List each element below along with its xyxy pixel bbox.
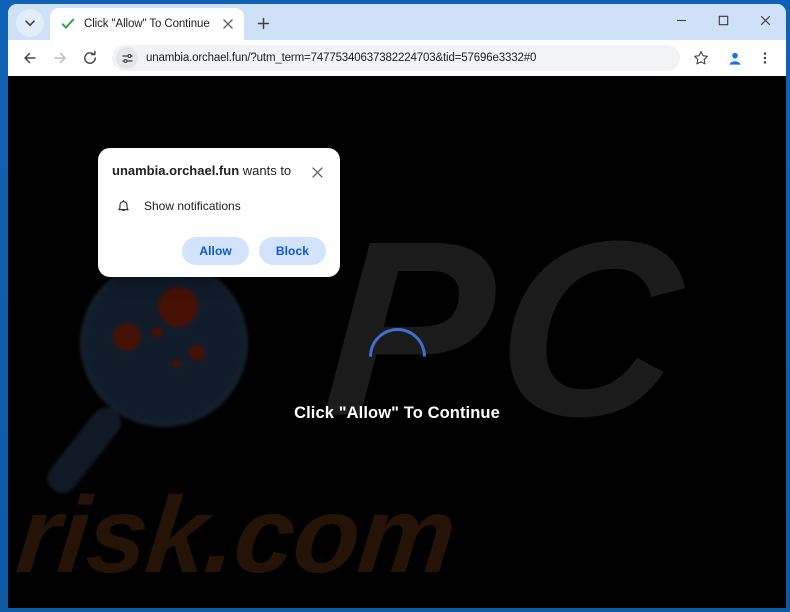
allow-button[interactable]: Allow (182, 237, 249, 265)
germ-dot (158, 287, 198, 327)
permission-dialog-close-button[interactable] (308, 163, 326, 181)
page-headline: Click "Allow" To Continue (294, 404, 500, 422)
arrow-left-icon (24, 52, 36, 64)
avatar-icon (726, 49, 744, 67)
page-viewport: PC risk.com Click "Allow" To Continue un… (8, 76, 786, 608)
tab-search-button[interactable] (16, 9, 44, 37)
profile-avatar[interactable] (722, 45, 748, 71)
browser-menu-button[interactable] (752, 45, 778, 71)
tab-title: Click "Allow" To Continue (84, 18, 210, 30)
tab-strip: Click "Allow" To Continue (8, 4, 786, 40)
more-vertical-icon (763, 52, 767, 64)
address-bar[interactable]: unambia.orchael.fun/?utm_term=7477534063… (112, 45, 680, 71)
browser-window: Click "Allow" To Continue unambia.orchae… (8, 4, 786, 608)
close-icon (760, 15, 770, 25)
maximize-icon (718, 15, 728, 25)
permission-dialog-title: unambia.orchael.fun wants to (112, 162, 308, 180)
address-bar-url: unambia.orchael.fun/?utm_term=7477534063… (146, 52, 537, 64)
site-settings-icon[interactable] (116, 47, 138, 69)
window-close-button[interactable] (744, 4, 786, 36)
bell-icon (114, 197, 132, 215)
screen: Click "Allow" To Continue unambia.orchae… (0, 0, 790, 612)
reload-button[interactable] (76, 44, 104, 72)
green-check-icon (60, 16, 76, 32)
new-tab-button[interactable] (250, 10, 276, 36)
permission-request-label: Show notifications (144, 199, 241, 213)
bookmark-button[interactable] (688, 45, 714, 71)
chevron-down-icon (25, 20, 35, 26)
forward-button[interactable] (46, 44, 74, 72)
permission-dialog-title-suffix: wants to (239, 163, 292, 178)
loading-block: Click "Allow" To Continue (8, 316, 786, 423)
tab-active[interactable]: Click "Allow" To Continue (50, 8, 244, 40)
permission-dialog-header: unambia.orchael.fun wants to (112, 162, 326, 181)
reload-icon (84, 50, 96, 64)
loading-spinner-icon (356, 316, 438, 397)
close-icon (311, 166, 323, 178)
plus-icon (257, 17, 269, 29)
notification-permission-dialog: unambia.orchael.fun wants to Show notifi… (98, 148, 340, 277)
permission-dialog-origin: unambia.orchael.fun (112, 163, 240, 178)
star-icon (694, 51, 708, 65)
tab-close-icon[interactable] (220, 16, 236, 32)
permission-request-row: Show notifications (112, 197, 326, 215)
watermark-risk: risk.com (11, 474, 461, 595)
permission-dialog-actions: Allow Block (112, 237, 326, 265)
window-minimize-button[interactable] (660, 4, 702, 36)
window-maximize-button[interactable] (702, 4, 744, 36)
arrow-right-icon (54, 52, 66, 64)
window-controls (660, 4, 786, 36)
minimize-icon (676, 19, 686, 21)
block-button[interactable]: Block (258, 237, 326, 265)
back-button[interactable] (16, 44, 44, 72)
browser-toolbar: unambia.orchael.fun/?utm_term=7477534063… (8, 40, 786, 76)
